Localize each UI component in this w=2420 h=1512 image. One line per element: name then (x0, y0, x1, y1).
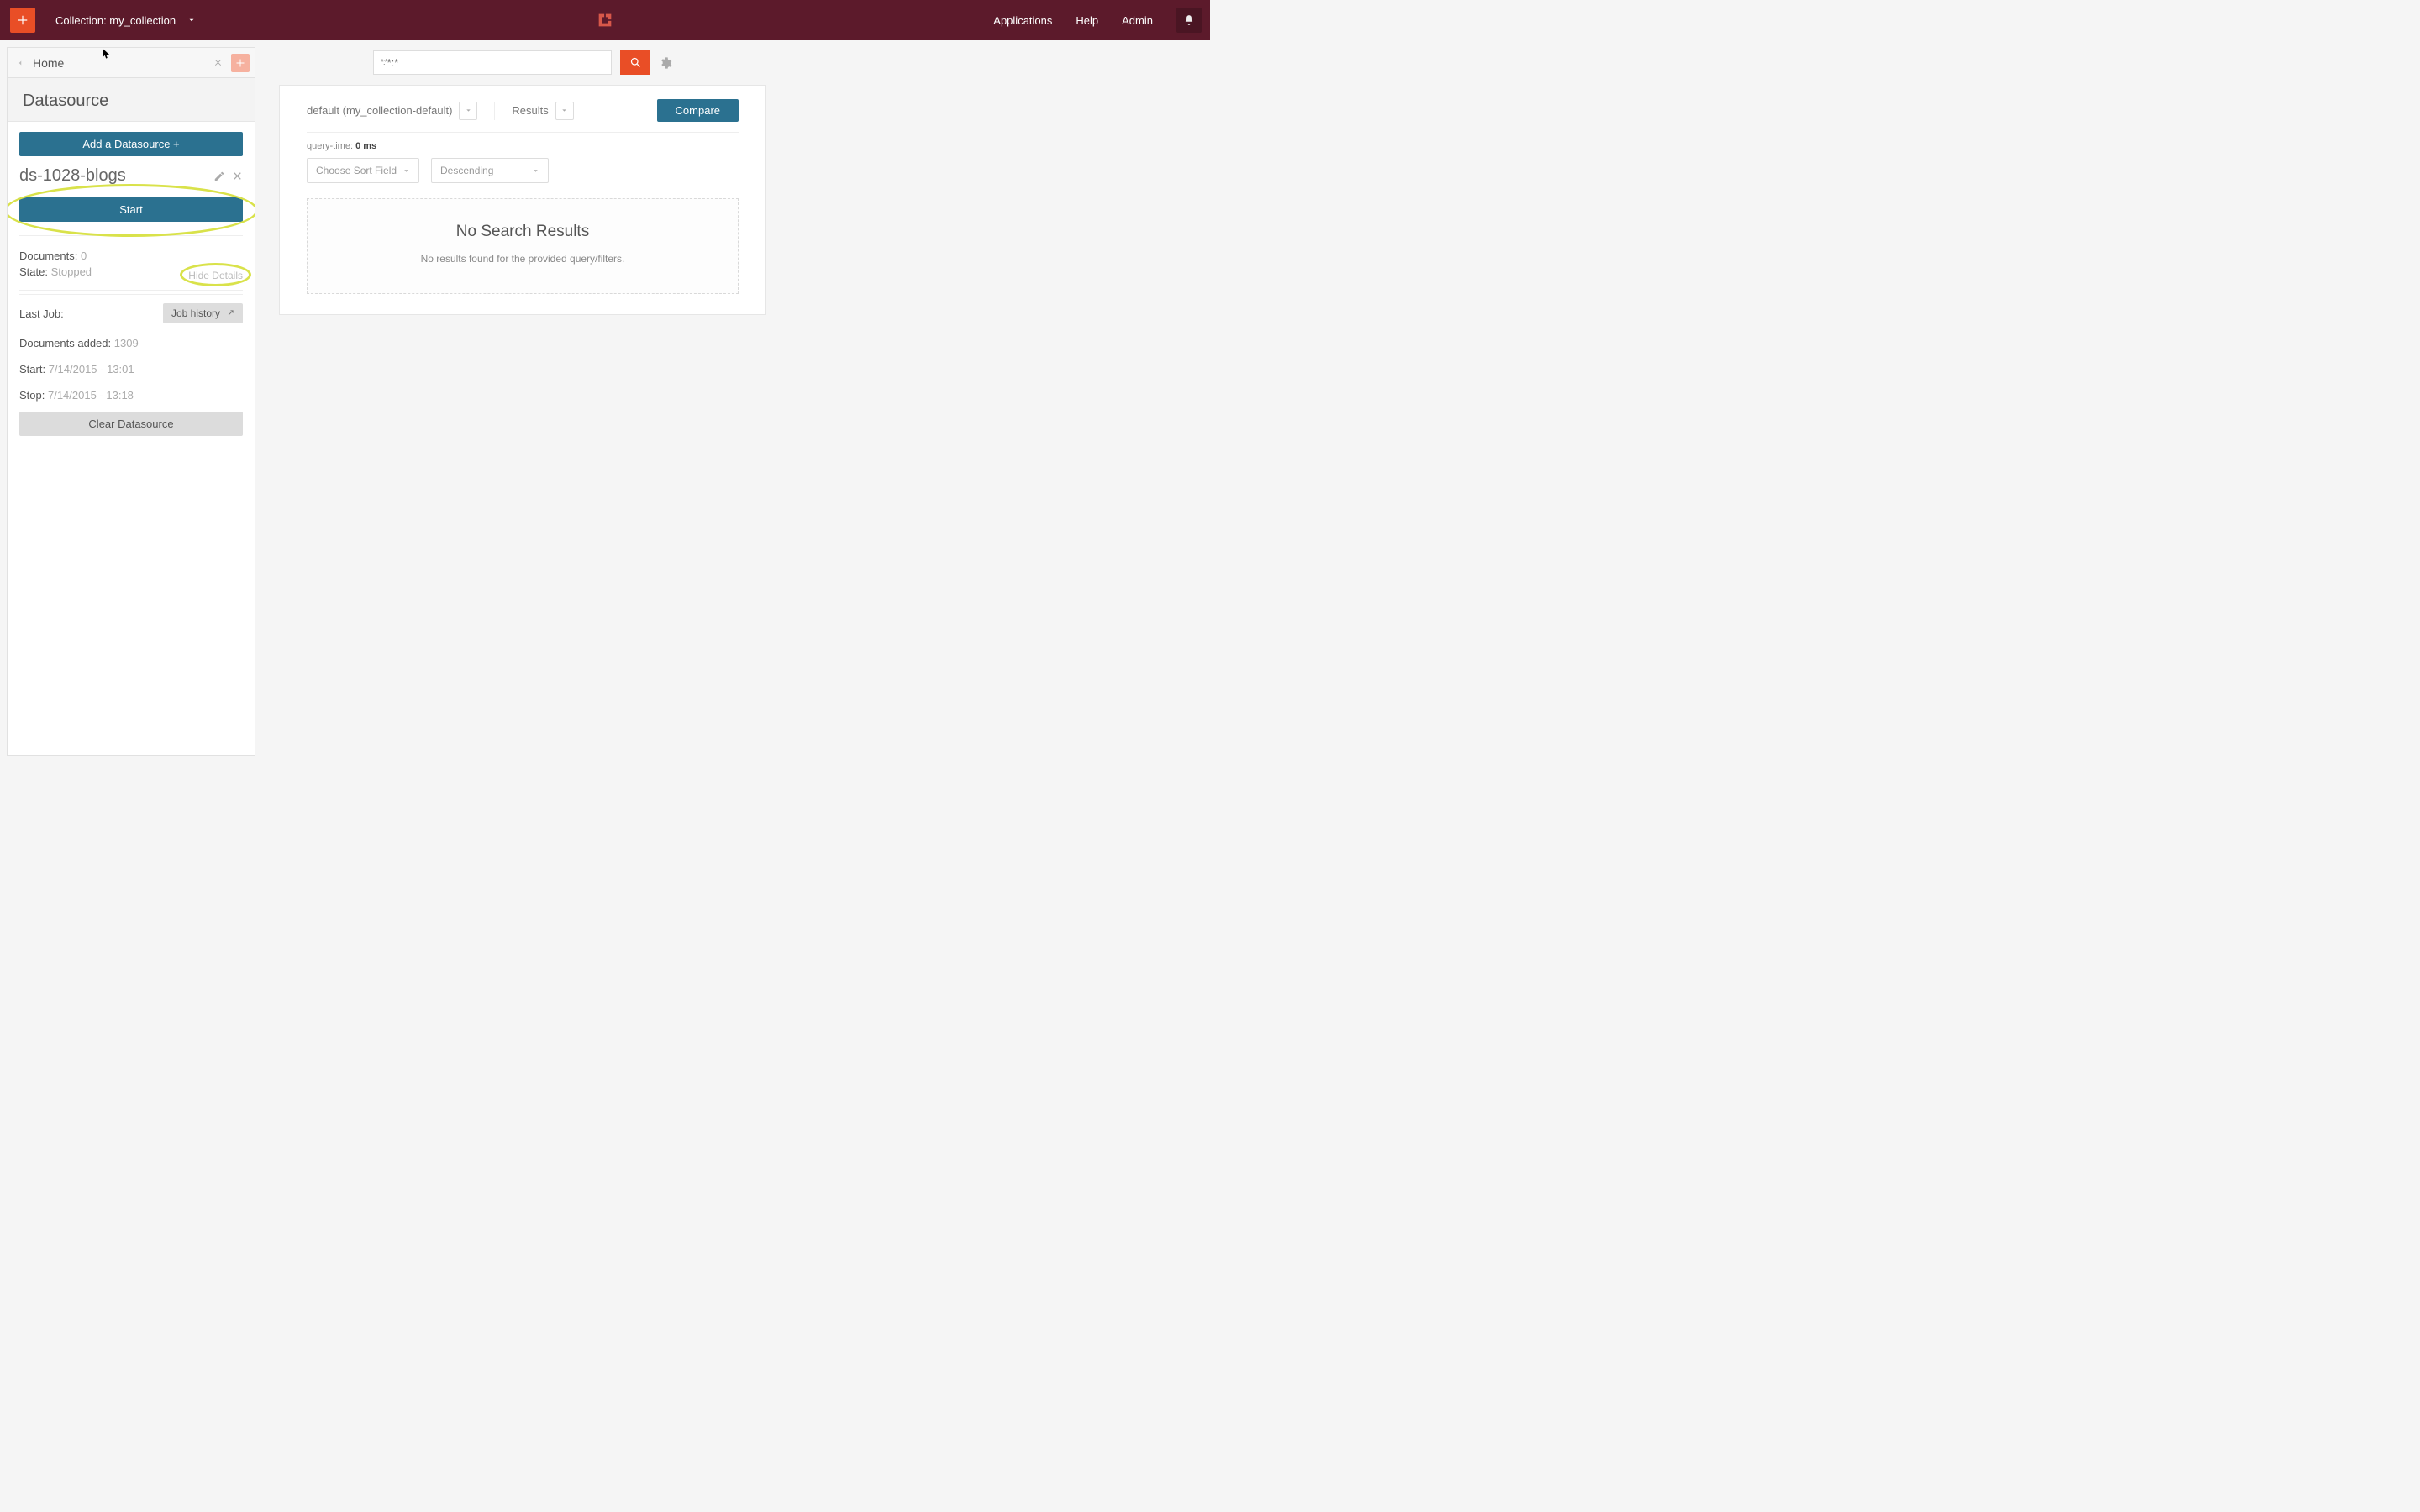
pencil-icon (213, 171, 225, 182)
clear-datasource-button[interactable]: Clear Datasource (19, 412, 243, 436)
notifications-button[interactable] (1176, 8, 1202, 33)
tab-close-button[interactable] (210, 55, 226, 71)
pipeline-select[interactable]: default (my_collection-default) (307, 102, 477, 120)
collection-dropdown[interactable]: Collection: my_collection (55, 14, 196, 27)
no-results-heading: No Search Results (316, 223, 729, 241)
start-ts-label: Start: (19, 363, 45, 375)
sort-direction-select[interactable]: Descending (431, 158, 549, 183)
search-field[interactable]: *:* (373, 50, 612, 75)
delete-datasource-button[interactable] (232, 171, 243, 182)
start-datasource-button[interactable]: Start (19, 197, 243, 222)
documents-value: 0 (81, 249, 87, 262)
search-icon (629, 56, 642, 69)
state-value: Stopped (51, 265, 92, 278)
sort-field-select[interactable]: Choose Sort Field (307, 158, 419, 183)
new-button[interactable] (10, 8, 35, 33)
query-time: query-time: 0 ms (307, 141, 739, 151)
nav-help[interactable]: Help (1076, 14, 1098, 27)
collection-label: Collection: my_collection (55, 14, 176, 27)
start-ts-value: 7/14/2015 - 13:01 (49, 363, 134, 375)
stop-ts-value: 7/14/2015 - 13:18 (48, 389, 134, 402)
edit-datasource-button[interactable] (213, 171, 225, 182)
caret-down-icon (532, 167, 539, 175)
nav-applications[interactable]: Applications (993, 14, 1052, 27)
plus-icon (235, 58, 245, 68)
sort-direction-label: Descending (440, 165, 493, 176)
top-nav: Applications Help Admin (993, 8, 1210, 33)
sidebar-tabs: Home (8, 48, 255, 78)
results-panel: default (my_collection-default) Results … (279, 85, 766, 315)
gear-icon (659, 56, 672, 70)
no-results-box: No Search Results No results found for t… (307, 198, 739, 294)
tab-home[interactable]: Home (33, 56, 64, 70)
plus-icon (17, 14, 29, 26)
new-tab-button[interactable] (231, 54, 250, 72)
external-link-icon (225, 309, 234, 318)
add-datasource-button[interactable]: Add a Datasource + (19, 132, 243, 156)
job-history-button[interactable]: Job history (163, 303, 243, 323)
search-settings-button[interactable] (659, 56, 672, 70)
no-results-body: No results found for the provided query/… (316, 253, 729, 265)
results-label: Results (512, 104, 548, 117)
search-button[interactable] (620, 50, 650, 75)
compare-button[interactable]: Compare (657, 99, 739, 122)
search-row: *:* (267, 47, 1203, 85)
caret-down-icon (459, 102, 477, 120)
sidebar: Home Datasource Add a Datasource + ds-10… (7, 47, 255, 756)
brand-logo (596, 11, 614, 29)
datasource-card: ds-1028-blogs Start (19, 166, 243, 436)
divider (494, 102, 495, 120)
docs-added-value: 1309 (114, 337, 139, 349)
top-bar: Collection: my_collection Applications H… (0, 0, 1210, 40)
content-area: *:* default (my_collection-default) Resu… (267, 47, 1203, 756)
caret-down-icon (555, 102, 574, 120)
cursor-icon (103, 49, 111, 60)
job-history-label: Job history (171, 307, 220, 319)
close-icon (213, 58, 223, 67)
results-select[interactable]: Results (512, 102, 573, 120)
caret-down-icon (402, 167, 410, 175)
nav-admin[interactable]: Admin (1122, 14, 1153, 27)
sort-field-label: Choose Sort Field (316, 165, 397, 176)
documents-label: Documents: (19, 249, 77, 262)
hide-details-link[interactable]: Hide Details (188, 270, 243, 281)
search-input[interactable] (387, 56, 604, 69)
last-job-label: Last Job: (19, 307, 64, 320)
docs-added-label: Documents added: (19, 337, 111, 349)
stop-ts-label: Stop: (19, 389, 45, 402)
pipeline-label: default (my_collection-default) (307, 104, 452, 117)
close-icon (232, 171, 243, 181)
bell-icon (1183, 14, 1195, 26)
tab-back-icon[interactable] (16, 59, 24, 67)
caret-down-icon (187, 14, 196, 27)
state-label: State: (19, 265, 48, 278)
search-prefix-icon: *:* (381, 58, 387, 67)
datasource-name: ds-1028-blogs (19, 166, 126, 186)
sidebar-heading: Datasource (8, 78, 255, 122)
